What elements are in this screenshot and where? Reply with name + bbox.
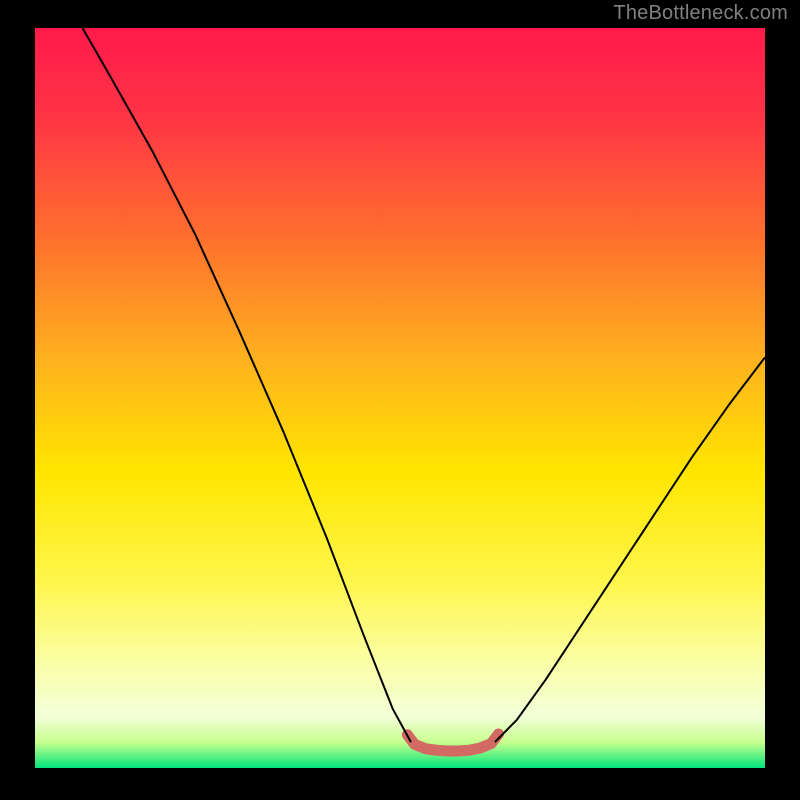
plot-area	[35, 28, 765, 768]
left-branch-series	[82, 28, 411, 742]
chart-frame: TheBottleneck.com	[0, 0, 800, 800]
right-branch-series	[495, 357, 765, 742]
curve-layer	[35, 28, 765, 768]
valley-marker-series	[407, 734, 498, 751]
watermark-text: TheBottleneck.com	[613, 2, 788, 25]
